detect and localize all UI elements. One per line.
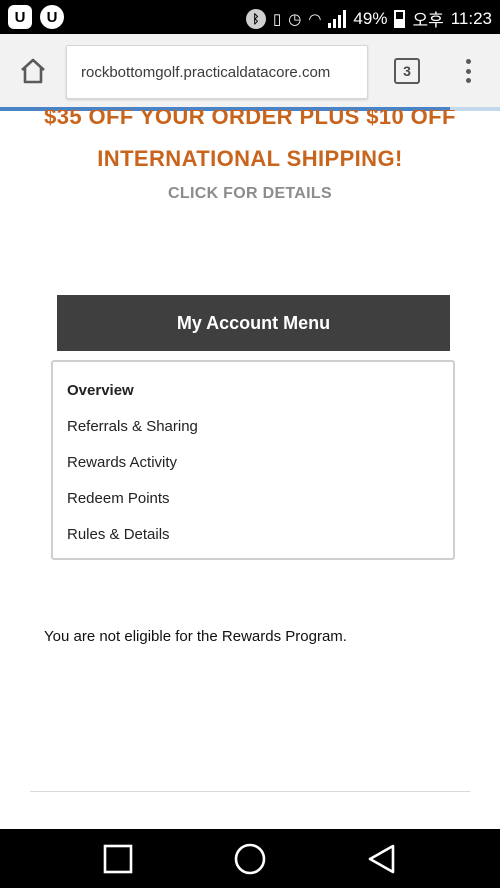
browser-toolbar: rockbottomgolf.practicaldatacore.com 3 [0,34,500,108]
divider [30,791,470,792]
app-notification-icon: U [40,5,64,29]
back-icon[interactable] [364,841,400,877]
promo-banner[interactable]: $35 OFF YOUR ORDER PLUS $10 OFF [0,110,500,132]
menu-item-referrals[interactable]: Referrals & Sharing [67,418,198,435]
home-icon[interactable] [16,54,50,88]
alarm-icon: ◷ [288,10,302,28]
time-period: 오후 [412,11,444,30]
promo-details-link[interactable]: CLICK FOR DETAILS [0,185,500,203]
status-bar: U U ᛒ ▯ ◷ ◠ 49% 오후 11:23 [0,0,500,34]
menu-item-overview[interactable]: Overview [67,382,134,399]
wifi-icon: ◠ [308,10,322,28]
clock: 11:23 [450,8,492,28]
promo-line-2[interactable]: INTERNATIONAL SHIPPING! [0,146,500,172]
url-text: rockbottomgolf.practicaldatacore.com [81,64,331,81]
account-menu: Overview Referrals & Sharing Rewards Act… [51,360,455,560]
recent-apps-icon[interactable] [100,841,136,877]
address-bar[interactable]: rockbottomgolf.practicaldatacore.com [66,45,368,99]
home-nav-icon[interactable] [232,841,268,877]
signal-icon [328,9,347,28]
promo-line-1: $35 OFF YOUR ORDER PLUS $10 OFF [44,110,456,129]
navigation-bar [0,829,500,888]
overflow-menu-icon[interactable] [458,56,478,86]
account-menu-header[interactable]: My Account Menu [57,295,450,351]
menu-item-rewards-activity[interactable]: Rewards Activity [67,454,177,471]
app-notification-icon: U [8,5,32,29]
menu-item-rules[interactable]: Rules & Details [67,526,170,543]
eligibility-message: You are not eligible for the Rewards Pro… [44,628,347,645]
battery-icon [394,9,406,28]
battery-percent: 49% [353,8,388,28]
vibrate-icon: ▯ [272,10,282,28]
tab-switcher-button[interactable]: 3 [394,58,420,84]
menu-item-redeem-points[interactable]: Redeem Points [67,490,170,507]
bluetooth-icon: ᛒ [245,8,266,29]
